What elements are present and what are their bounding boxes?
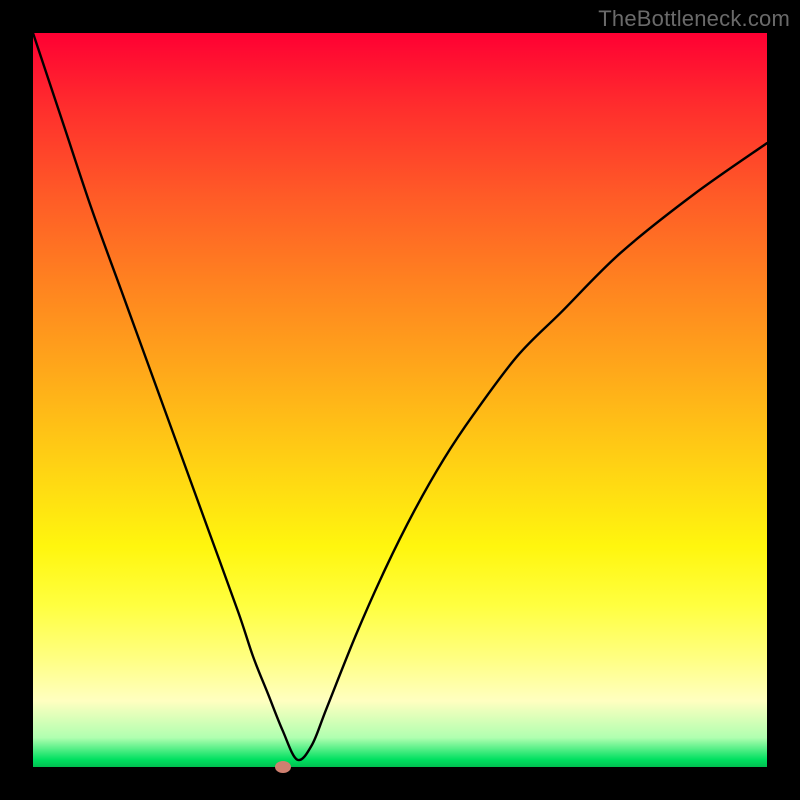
chart-frame: TheBottleneck.com: [0, 0, 800, 800]
minimum-marker: [275, 761, 291, 773]
watermark-text: TheBottleneck.com: [598, 6, 790, 32]
bottleneck-curve: [33, 33, 767, 760]
curve-svg: [33, 33, 767, 767]
plot-area: [33, 33, 767, 767]
